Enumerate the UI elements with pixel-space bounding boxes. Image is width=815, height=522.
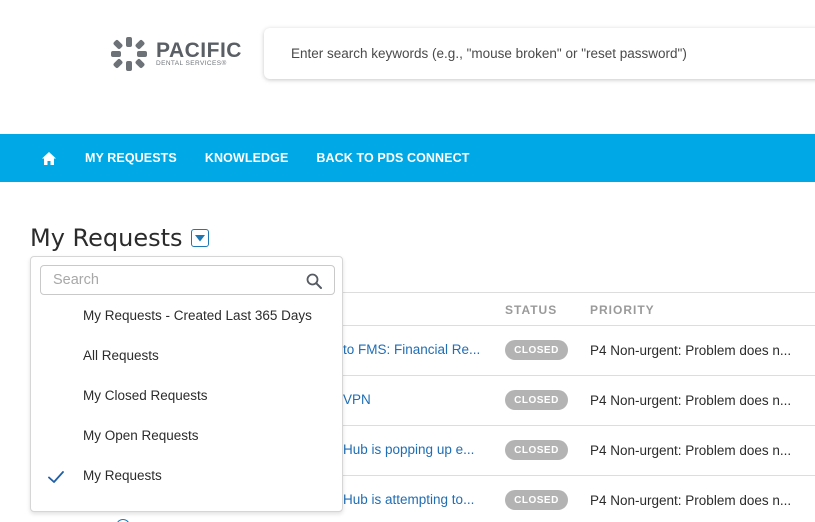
chevron-down-icon bbox=[194, 234, 205, 241]
column-header-priority[interactable]: PRIORITY bbox=[590, 303, 655, 317]
page-title: My Requests bbox=[30, 224, 183, 252]
dropdown-item-label: My Closed Requests bbox=[83, 388, 208, 403]
status-badge: CLOSED bbox=[505, 390, 568, 410]
dropdown-item-my-closed-requests[interactable]: My Closed Requests bbox=[31, 376, 342, 416]
row-subject-link[interactable]: Hub is popping up e... bbox=[343, 442, 503, 457]
dropdown-item-label: My Requests bbox=[83, 468, 162, 483]
nav-my-requests[interactable]: MY REQUESTS bbox=[85, 151, 177, 165]
row-priority: P4 Non-urgent: Problem does n... bbox=[590, 443, 792, 458]
dropdown-search-box bbox=[40, 265, 335, 295]
checkmark-icon bbox=[48, 471, 64, 483]
dropdown-item-my-requests[interactable]: My Requests bbox=[31, 456, 342, 496]
dropdown-search-input[interactable] bbox=[41, 272, 291, 288]
row-subject-link[interactable]: to FMS: Financial Re... bbox=[343, 342, 503, 357]
column-header-status[interactable]: STATUS bbox=[505, 303, 557, 317]
row-subject-link[interactable]: VPN bbox=[343, 392, 503, 407]
dropdown-item-label: My Open Requests bbox=[83, 428, 199, 443]
list-view-toggle-button[interactable] bbox=[190, 229, 209, 247]
global-search-bar bbox=[264, 28, 815, 79]
dropdown-item-all-requests[interactable]: All Requests bbox=[31, 336, 342, 376]
logo-name: PACIFIC bbox=[156, 38, 242, 62]
logo[interactable]: PACIFIC DENTAL SERVICES® bbox=[110, 36, 242, 72]
nav-back-to-pds-connect[interactable]: BACK TO PDS CONNECT bbox=[316, 151, 469, 165]
home-icon bbox=[42, 151, 56, 165]
logo-mark-icon bbox=[111, 37, 147, 71]
page-title-bar: My Requests bbox=[30, 224, 209, 252]
row-priority: P4 Non-urgent: Problem does n... bbox=[590, 343, 792, 358]
row-priority: P4 Non-urgent: Problem does n... bbox=[590, 493, 792, 508]
home-button[interactable] bbox=[42, 149, 60, 167]
list-view-dropdown: My Requests - Created Last 365 Days All … bbox=[30, 256, 343, 512]
row-priority: P4 Non-urgent: Problem does n... bbox=[590, 393, 792, 408]
dropdown-item-created-last-365-days[interactable]: My Requests - Created Last 365 Days bbox=[31, 296, 342, 336]
status-badge: CLOSED bbox=[505, 490, 568, 510]
dropdown-item-label: My Requests - Created Last 365 Days bbox=[83, 308, 312, 323]
status-badge: CLOSED bbox=[505, 340, 568, 360]
dropdown-item-my-open-requests[interactable]: My Open Requests bbox=[31, 416, 342, 456]
global-search-input[interactable] bbox=[291, 46, 815, 61]
main-nav: MY REQUESTS KNOWLEDGE BACK TO PDS CONNEC… bbox=[0, 134, 815, 182]
dropdown-item-label: All Requests bbox=[83, 348, 159, 363]
status-badge: CLOSED bbox=[505, 440, 568, 460]
logo-text: PACIFIC DENTAL SERVICES® bbox=[156, 38, 242, 68]
search-icon[interactable] bbox=[306, 273, 322, 289]
nav-knowledge[interactable]: KNOWLEDGE bbox=[205, 151, 289, 165]
row-subject-link[interactable]: Hub is attempting to... bbox=[343, 492, 503, 507]
